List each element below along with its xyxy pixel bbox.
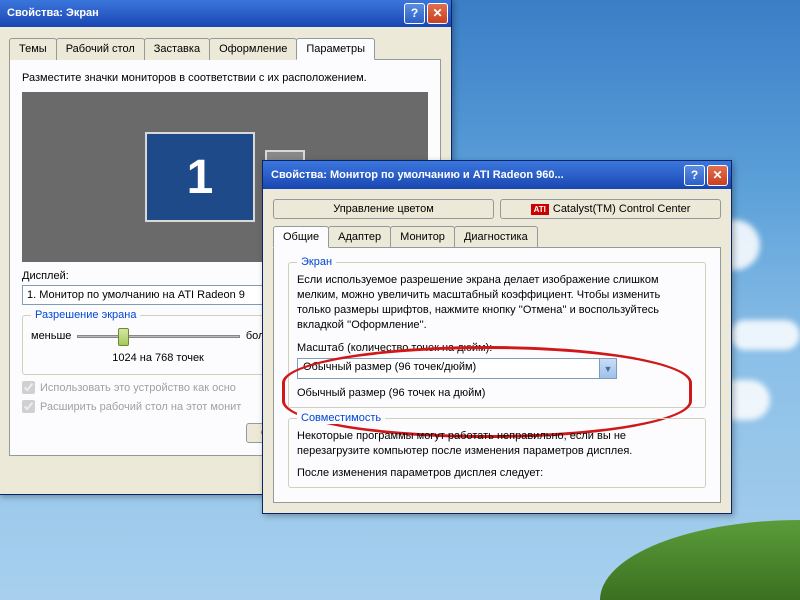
tab-adapter[interactable]: Адаптер (328, 226, 391, 248)
chevron-down-icon[interactable]: ▼ (599, 359, 616, 378)
tab-desktop[interactable]: Рабочий стол (56, 38, 145, 60)
titlebar[interactable]: Свойства: Экран ? ✕ (0, 0, 451, 27)
window-title: Свойства: Экран (7, 7, 402, 19)
adapter-properties-window: Свойства: Монитор по умолчанию и ATI Rad… (262, 160, 732, 514)
tab-general[interactable]: Общие (273, 226, 329, 248)
hint-text: Разместите значки мониторов в соответств… (22, 72, 428, 84)
tab-themes[interactable]: Темы (9, 38, 57, 60)
res-less: меньше (31, 330, 71, 342)
dpi-dropdown[interactable]: Обычный размер (96 точек/дюйм) ▼ (297, 358, 617, 379)
color-management-button[interactable]: Управление цветом (273, 199, 494, 219)
screen-legend: Экран (297, 256, 336, 268)
compat-legend: Совместимость (297, 412, 385, 424)
compat-after: После изменения параметров дисплея следу… (297, 467, 697, 479)
help-button-2[interactable]: ? (684, 165, 705, 186)
ati-logo-icon: ATI (531, 204, 549, 215)
tab-screensaver[interactable]: Заставка (144, 38, 210, 60)
tab-strip-2: Общие Адаптер Монитор Диагностика (273, 226, 721, 248)
resolution-value: 1024 на 768 точек (31, 352, 285, 364)
tab-appearance[interactable]: Оформление (209, 38, 297, 60)
close-button[interactable]: ✕ (427, 3, 448, 24)
tab-diagnostics[interactable]: Диагностика (454, 226, 538, 248)
screen-text: Если используемое разрешение экрана дела… (297, 273, 697, 332)
tab-monitor[interactable]: Монитор (390, 226, 455, 248)
chk-primary-checkbox (22, 381, 35, 394)
scale-label: Масштаб (количество точек на дюйм): (297, 342, 697, 354)
compat-text: Некоторые программы могут работать непра… (297, 429, 697, 459)
resolution-slider[interactable] (77, 326, 239, 346)
close-button-2[interactable]: ✕ (707, 165, 728, 186)
tab-strip: Темы Рабочий стол Заставка Оформление Па… (9, 38, 441, 60)
titlebar-2[interactable]: Свойства: Монитор по умолчанию и ATI Rad… (263, 161, 731, 189)
tab-settings[interactable]: Параметры (296, 38, 375, 60)
monitor-1[interactable]: 1 (145, 132, 255, 222)
scale-note: Обычный размер (96 точек на дюйм) (297, 387, 697, 399)
resolution-legend: Разрешение экрана (31, 309, 140, 321)
window-title-2: Свойства: Монитор по умолчанию и ATI Rad… (271, 169, 682, 181)
catalyst-button[interactable]: ATI Catalyst(TM) Control Center (500, 199, 721, 219)
chk-extend-checkbox (22, 400, 35, 413)
help-button[interactable]: ? (404, 3, 425, 24)
